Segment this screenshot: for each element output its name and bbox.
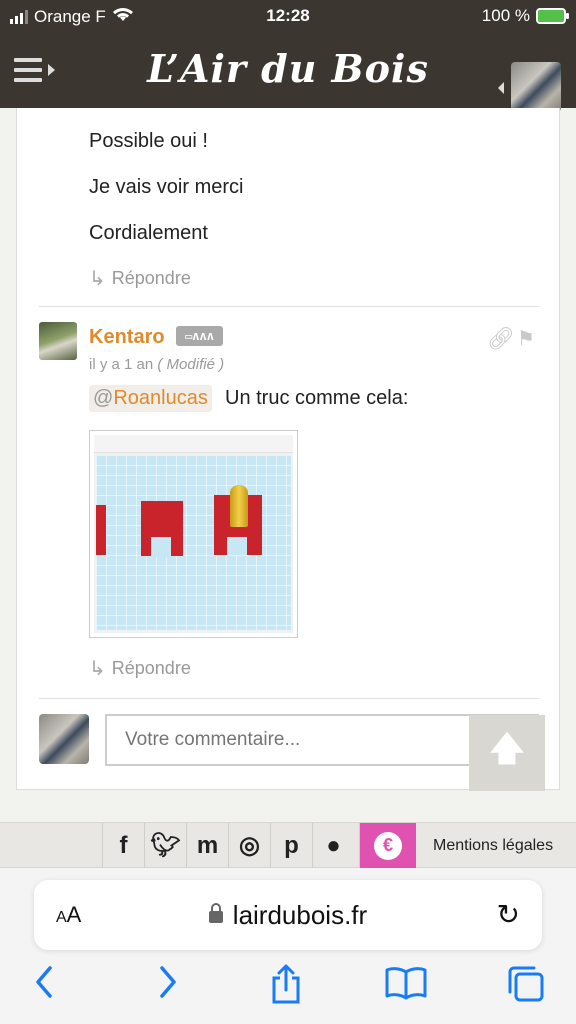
footer-bar: f 🐦︎ m ◎ p ● € Mentions légales <box>0 822 576 868</box>
mention-tag[interactable]: @Roanlucas <box>89 385 212 412</box>
comment-time: il y a 1 an <box>89 356 154 373</box>
url-text: lairdubois.fr <box>232 900 368 930</box>
browser-toolbar: AA lairdubois.fr ↻ <box>0 868 576 1024</box>
yellow-cylinder <box>230 485 248 527</box>
share-button[interactable] <box>268 964 304 1013</box>
address-bar[interactable]: AA lairdubois.fr ↻ <box>34 880 542 950</box>
comment-modified: ( Modifié ) <box>157 356 225 373</box>
red-block <box>141 501 183 557</box>
flag-icon[interactable]: ⚑ <box>517 326 535 351</box>
battery-icon <box>536 8 569 24</box>
battery-info: 100 % <box>481 6 569 26</box>
divider <box>39 698 539 699</box>
message-line: Possible oui ! <box>89 130 208 152</box>
arrow-up-icon: 🡅︎ <box>489 729 525 768</box>
lock-icon <box>208 903 223 924</box>
reply-button[interactable]: ↳ Répondre <box>89 266 191 291</box>
comments-card: Possible oui ! Je vais voir merci Cordia… <box>16 108 560 790</box>
mastodon-icon[interactable]: m <box>186 823 228 868</box>
legal-link[interactable]: Mentions légales <box>433 837 553 855</box>
attachment-image[interactable] <box>89 430 298 638</box>
reply-button[interactable]: ↳ Répondre <box>89 656 191 681</box>
euro-icon: € <box>374 831 402 860</box>
status-bar: Orange F 12:28 100 % <box>0 0 576 32</box>
mention-user: Roanlucas <box>113 387 208 409</box>
saw-badge-icon: ▭ʌʌʌ <box>176 326 223 346</box>
reply-arrow-icon: ↳ <box>89 658 106 680</box>
image-toolbar <box>94 435 293 453</box>
mention-at: @ <box>93 387 114 409</box>
comment-author[interactable]: Kentaro <box>89 326 165 349</box>
site-title[interactable]: L’Air du Bois <box>0 46 576 91</box>
reply-arrow-icon: ↳ <box>89 268 106 290</box>
message-line: Cordialement <box>89 222 208 244</box>
build-plate <box>96 455 291 630</box>
red-block <box>96 505 106 555</box>
github-icon[interactable]: ● <box>312 823 354 868</box>
message-line: Je vais voir merci <box>89 176 244 198</box>
back-button[interactable] <box>32 964 56 1009</box>
facebook-icon[interactable]: f <box>102 823 144 868</box>
url-display[interactable]: lairdubois.fr <box>34 900 542 931</box>
forward-button[interactable] <box>156 964 180 1009</box>
chevron-left-icon <box>498 82 504 94</box>
scroll-to-top-button[interactable]: 🡅︎ <box>469 715 545 791</box>
user-avatar <box>39 714 89 764</box>
comment-text: Un truc comme cela: <box>225 387 409 409</box>
instagram-icon[interactable]: ◎ <box>228 823 270 868</box>
tabs-button[interactable] <box>506 964 546 1013</box>
donate-button[interactable]: € <box>359 823 416 868</box>
comment-avatar[interactable] <box>39 322 77 360</box>
reload-icon[interactable]: ↻ <box>497 898 520 931</box>
permalink-icon[interactable]: 🔗︎ <box>487 326 515 352</box>
twitter-icon[interactable]: 🐦︎ <box>144 823 186 868</box>
reply-label: Répondre <box>111 268 191 288</box>
pinterest-icon[interactable]: p <box>270 823 312 868</box>
user-avatar[interactable] <box>511 62 561 112</box>
site-header: L’Air du Bois <box>0 32 576 112</box>
comment-form <box>39 714 539 774</box>
battery-level: 100 % <box>481 6 530 25</box>
reply-label: Répondre <box>111 658 191 678</box>
divider <box>39 306 539 307</box>
bookmarks-button[interactable] <box>384 964 428 1009</box>
user-menu[interactable] <box>498 62 562 114</box>
comment-meta: il y a 1 an ( Modifié ) <box>89 356 224 373</box>
